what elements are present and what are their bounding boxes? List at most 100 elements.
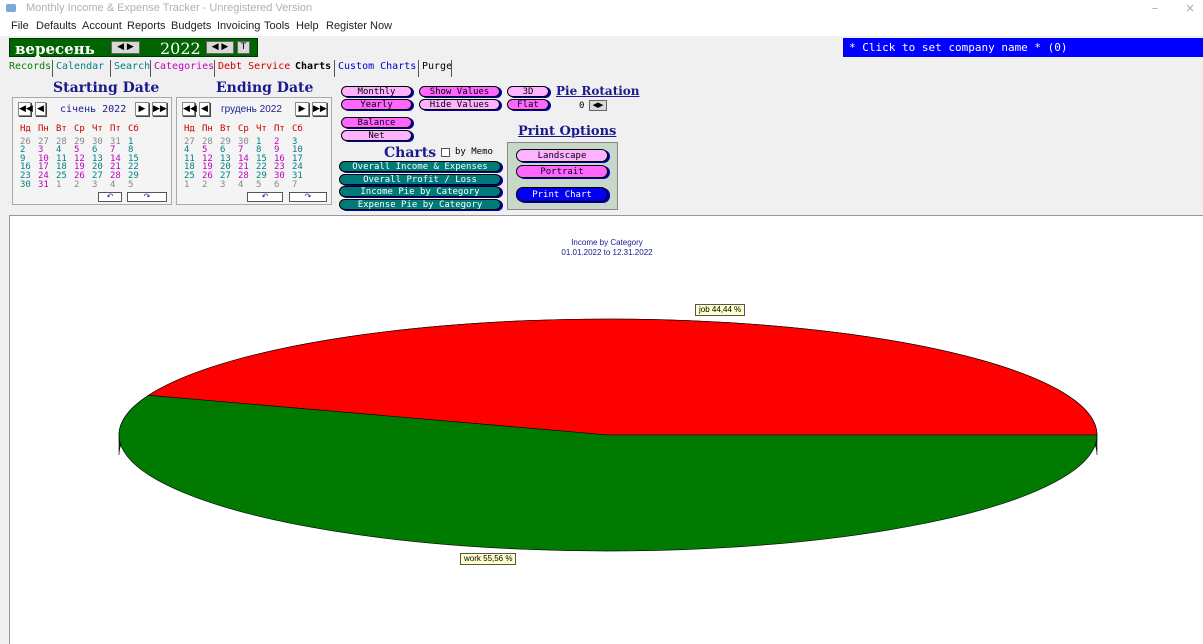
weekday-header: Пт: [110, 124, 121, 134]
end-calendar-month: грудень 2022: [221, 104, 282, 115]
calendar-day[interactable]: 4: [110, 180, 128, 190]
next-month-button[interactable]: ▶: [135, 102, 149, 116]
end-calendar-grid[interactable]: Нд Пн Вт Ср Чт Пт Сб 27 28 29 30 1 2 3 4 5 6 7 8 9 10 11 12 13 1…: [184, 125, 310, 189]
undo-date-button[interactable]: ↶: [98, 192, 122, 202]
print-chart-button[interactable]: Print Chart: [516, 187, 608, 202]
weekday-header: Сб: [128, 124, 139, 134]
tab-custom-charts[interactable]: Custom Charts: [338, 61, 416, 72]
current-year: 2022: [160, 39, 201, 58]
starting-date-calendar: ◀◀ ◀ січень 2022 ▶ ▶▶ Нд Пн Вт Ср Чт Пт Сб 26 27…: [12, 97, 172, 205]
tab-calendar[interactable]: Calendar: [56, 61, 104, 72]
month-nav-arrows[interactable]: ◀ ▶: [111, 41, 140, 54]
calendar-day[interactable]: 4: [238, 180, 256, 190]
next-year-button[interactable]: ▶▶: [312, 102, 327, 116]
monthly-button[interactable]: Monthly: [341, 86, 412, 97]
menu-account[interactable]: Account: [82, 20, 122, 32]
net-button[interactable]: Net: [341, 130, 412, 141]
menu-budgets[interactable]: Budgets: [171, 20, 211, 32]
start-calendar-grid[interactable]: Нд Пн Вт Ср Чт Пт Сб 26 27 28 29 30 31 1 2 3 4 5 6 7 8 9 10 11 1…: [20, 125, 146, 189]
income-pie-chart: [118, 318, 1098, 552]
tab-records[interactable]: Records: [9, 61, 51, 72]
calendar-day[interactable]: 1: [184, 180, 202, 190]
company-name-bar[interactable]: * Click to set company name * (0): [843, 38, 1203, 57]
menu-tools[interactable]: Tools: [264, 20, 290, 32]
next-month-button[interactable]: ▶: [295, 102, 309, 116]
menu-invoicing[interactable]: Invoicing: [217, 20, 260, 32]
weekday-header: Пт: [274, 124, 285, 134]
overall-profit-loss-button[interactable]: Overall Profit / Loss: [339, 174, 501, 185]
window-title: Monthly Income & Expense Tracker - Unreg…: [26, 2, 313, 14]
calendar-day[interactable]: 30: [20, 180, 38, 190]
landscape-button[interactable]: Landscape: [516, 149, 608, 162]
weekday-header: Нд: [20, 124, 31, 134]
by-memo-checkbox[interactable]: [441, 148, 450, 157]
menu-file[interactable]: File: [11, 20, 29, 32]
menu-defaults[interactable]: Defaults: [36, 20, 76, 32]
calendar-day[interactable]: 5: [256, 180, 274, 190]
today-button[interactable]: T: [237, 41, 250, 54]
calendar-day[interactable]: 1: [56, 180, 74, 190]
portrait-button[interactable]: Portrait: [516, 165, 608, 178]
period-bar: вересень ◀ ▶ 2022 ◀ ▶ T: [9, 38, 258, 58]
menu-bar: File Defaults Account Reports Budgets In…: [0, 18, 1203, 36]
weekday-header: Вт: [220, 124, 231, 134]
redo-date-button[interactable]: ↷: [289, 192, 327, 202]
chart-panel: Income by Category 01.01.2022 to 12.31.2…: [9, 215, 1203, 644]
tab-purge[interactable]: Purge: [422, 61, 452, 72]
weekday-header: Чт: [92, 124, 103, 134]
weekday-header: Пн: [202, 124, 213, 134]
tab-charts[interactable]: Charts: [295, 61, 331, 72]
prev-year-button[interactable]: ◀◀: [18, 102, 33, 116]
ending-date-calendar: ◀◀ ◀ грудень 2022 ▶ ▶▶ Нд Пн Вт Ср Чт Пт Сб 27 2…: [176, 97, 332, 205]
year-nav-arrows[interactable]: ◀ ▶: [206, 41, 234, 54]
current-month: вересень: [15, 40, 95, 58]
undo-date-button[interactable]: ↶: [247, 192, 283, 202]
pie-rotation-value: 0: [579, 101, 585, 111]
hide-values-button[interactable]: Hide Values: [419, 99, 500, 110]
slice-label-job: job 44,44 %: [695, 304, 746, 316]
minimize-button[interactable]: –: [1152, 1, 1158, 15]
calendar-day[interactable]: 3: [220, 180, 238, 190]
slice-label-work: work 55,56 %: [460, 553, 517, 565]
income-pie-button[interactable]: Income Pie by Category: [339, 186, 501, 197]
next-year-button[interactable]: ▶▶: [152, 102, 167, 116]
tab-categories[interactable]: Categories: [154, 61, 214, 72]
tab-search[interactable]: Search: [114, 61, 150, 72]
calendar-day[interactable]: 31: [38, 180, 56, 190]
weekday-header: Чт: [256, 124, 267, 134]
by-memo-label: by Memo: [455, 147, 493, 157]
tab-debt-service[interactable]: Debt Service: [218, 61, 290, 72]
redo-date-button[interactable]: ↷: [127, 192, 167, 202]
menu-reports[interactable]: Reports: [127, 20, 166, 32]
yearly-button[interactable]: Yearly: [341, 99, 412, 110]
prev-year-button[interactable]: ◀◀: [182, 102, 197, 116]
balance-button[interactable]: Balance: [341, 117, 412, 128]
app-window: Monthly Income & Expense Tracker - Unreg…: [0, 0, 1203, 644]
starting-date-heading: Starting Date: [53, 80, 160, 96]
app-icon: [6, 4, 16, 12]
menu-help[interactable]: Help: [296, 20, 319, 32]
prev-month-button[interactable]: ◀: [199, 102, 210, 116]
overall-income-expenses-button[interactable]: Overall Income & Expenses: [339, 161, 501, 172]
print-options-heading: Print Options: [518, 124, 617, 139]
calendar-day[interactable]: 3: [92, 180, 110, 190]
calendar-day[interactable]: 2: [74, 180, 92, 190]
calendar-day[interactable]: 7: [292, 180, 310, 190]
menu-register-now[interactable]: Register Now: [326, 20, 392, 32]
pie-rotation-arrows[interactable]: ◀▶: [589, 100, 607, 111]
calendar-day[interactable]: 6: [274, 180, 292, 190]
weekday-header: Нд: [184, 124, 195, 134]
calendar-day[interactable]: 5: [128, 180, 146, 190]
prev-month-button[interactable]: ◀: [35, 102, 46, 116]
3d-button[interactable]: 3D: [507, 86, 549, 97]
expense-pie-button[interactable]: Expense Pie by Category: [339, 199, 501, 210]
title-bar: Monthly Income & Expense Tracker - Unreg…: [0, 0, 1203, 18]
flat-button[interactable]: Flat: [507, 99, 549, 110]
weekday-header: Вт: [56, 124, 67, 134]
show-values-button[interactable]: Show Values: [419, 86, 500, 97]
close-button[interactable]: ×: [1185, 1, 1195, 15]
start-calendar-month: січень 2022: [60, 104, 127, 115]
weekday-header: Сб: [292, 124, 303, 134]
calendar-day[interactable]: 2: [202, 180, 220, 190]
weekday-header: Пн: [38, 124, 49, 134]
